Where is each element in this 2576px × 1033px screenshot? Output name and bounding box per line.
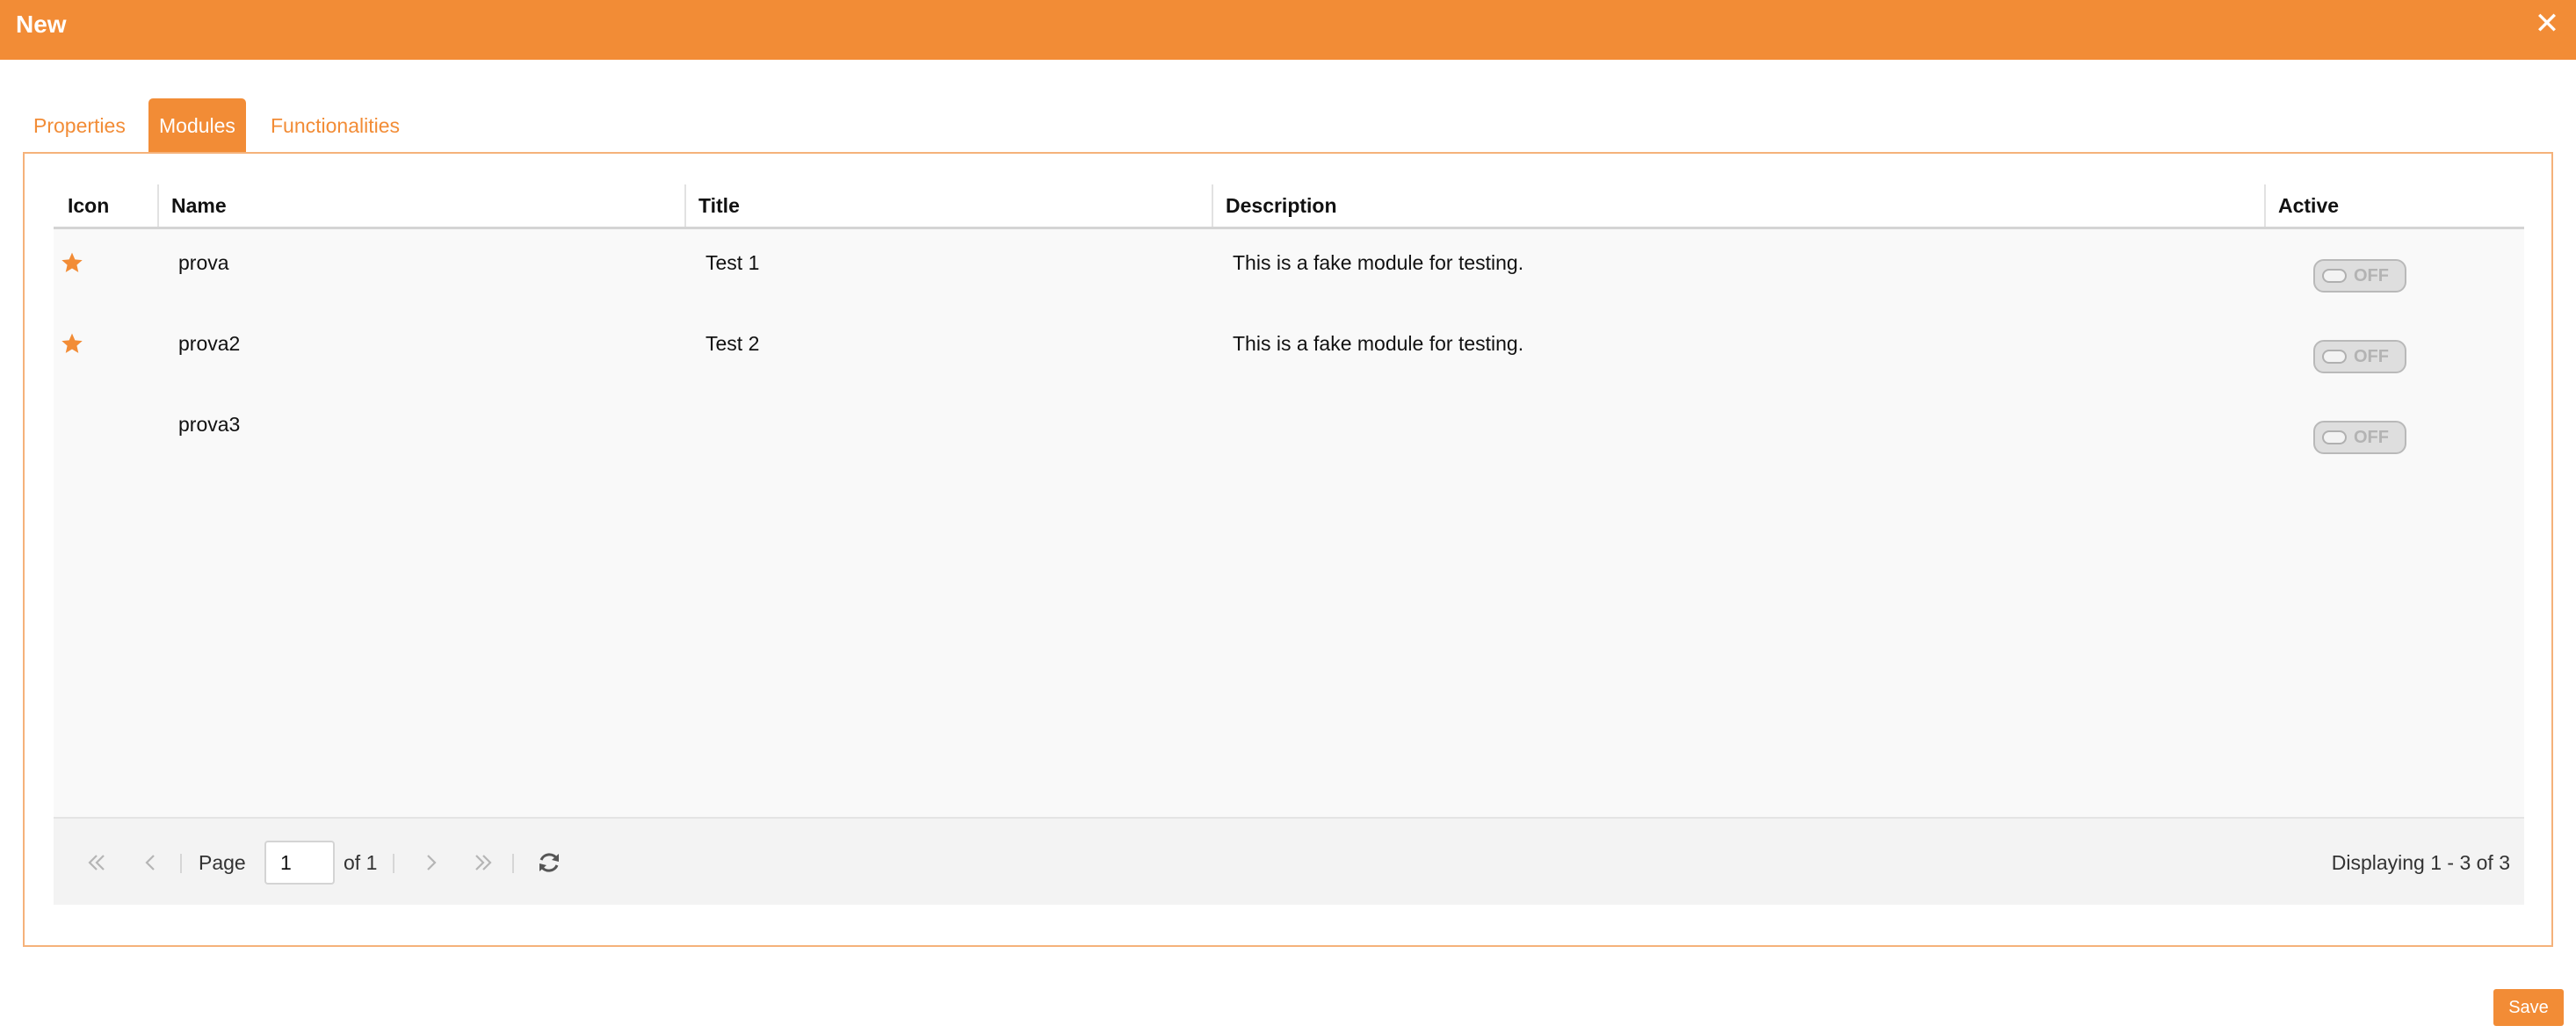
toggle-knob: [2322, 430, 2347, 444]
tab-properties[interactable]: Properties: [23, 98, 136, 153]
modules-grid: Icon Name Title Description Active prova…: [54, 179, 2524, 905]
cell-name: prova2: [178, 332, 241, 355]
refresh-icon[interactable]: [533, 847, 565, 878]
first-page-icon[interactable]: [80, 847, 112, 878]
cell-title: Test 1: [706, 251, 760, 274]
toggle-knob: [2322, 350, 2347, 364]
star-icon: [62, 252, 83, 272]
grid-header: Icon Name Title Description Active: [54, 179, 2524, 229]
toggle-label: OFF: [2354, 428, 2389, 447]
dialog-titlebar: New ✕: [0, 0, 2576, 60]
page-label: Page: [199, 851, 246, 874]
tab-modules[interactable]: Modules: [148, 98, 246, 153]
toggle-label: OFF: [2354, 266, 2389, 285]
active-toggle[interactable]: OFF: [2313, 259, 2406, 293]
pager-separator: [512, 854, 514, 873]
paging-toolbar: Page of 1 Displaying 1 - 3: [54, 817, 2524, 905]
module-dialog: New ✕ Properties Modules Functionalities…: [0, 0, 2576, 1033]
pager-separator: [180, 854, 182, 873]
page-count-label: of 1: [344, 851, 378, 874]
close-icon[interactable]: ✕: [2534, 9, 2560, 39]
cell-name: prova: [178, 251, 229, 274]
next-page-icon[interactable]: [416, 847, 447, 878]
last-page-icon[interactable]: [468, 847, 500, 878]
table-row[interactable]: prova2 Test 2 This is a fake module for …: [54, 313, 2524, 394]
cell-name: prova3: [178, 413, 241, 436]
table-row[interactable]: prova3 OFF: [54, 394, 2524, 474]
column-header-title[interactable]: Title: [684, 179, 1212, 229]
cell-description: This is a fake module for testing.: [1233, 251, 1524, 274]
page-number-input[interactable]: [264, 841, 335, 885]
tab-functionalities[interactable]: Functionalities: [260, 98, 410, 153]
modules-panel: Icon Name Title Description Active prova…: [23, 152, 2553, 947]
toggle-knob: [2322, 269, 2347, 283]
save-button[interactable]: Save: [2493, 989, 2564, 1026]
display-summary: Displaying 1 - 3 of 3: [2331, 851, 2510, 874]
toggle-label: OFF: [2354, 347, 2389, 366]
column-header-name[interactable]: Name: [157, 179, 684, 229]
pager-separator: [393, 854, 394, 873]
active-toggle[interactable]: OFF: [2313, 421, 2406, 454]
column-header-active[interactable]: Active: [2264, 179, 2524, 229]
cell-title: Test 2: [706, 332, 760, 355]
cell-description: This is a fake module for testing.: [1233, 332, 1524, 355]
active-toggle[interactable]: OFF: [2313, 340, 2406, 373]
star-icon: [62, 333, 83, 353]
column-header-description[interactable]: Description: [1212, 179, 2264, 229]
column-header-icon[interactable]: Icon: [54, 179, 157, 229]
table-row[interactable]: prova Test 1 This is a fake module for t…: [54, 232, 2524, 313]
dialog-title: New: [16, 11, 67, 38]
prev-page-icon[interactable]: [134, 847, 166, 878]
